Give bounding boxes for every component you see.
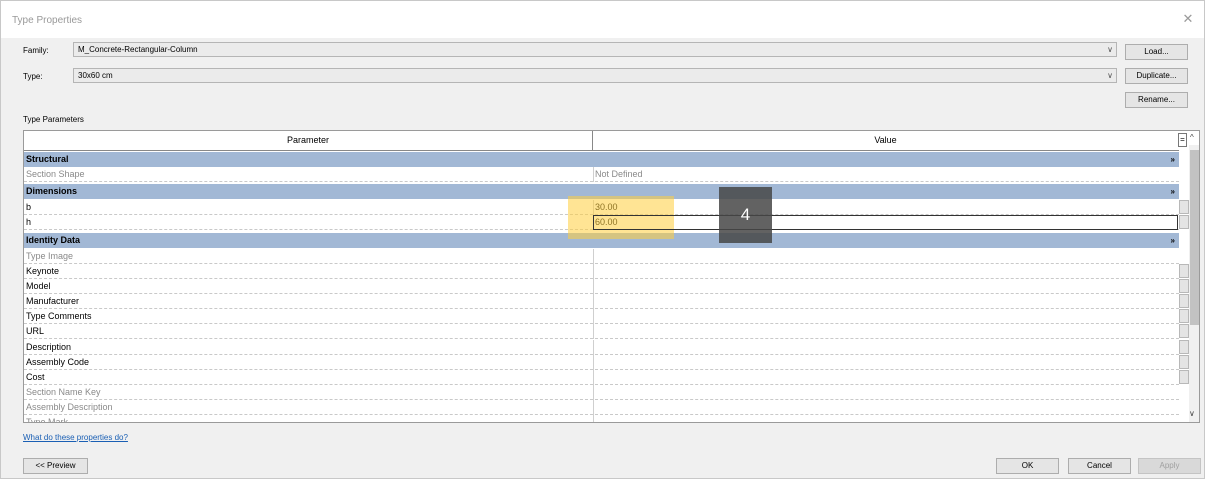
param-name: Type Comments: [26, 311, 92, 321]
title-bar: Type Properties ✕: [1, 1, 1204, 38]
chevron-down-icon: ∨: [1107, 71, 1113, 80]
family-label: Family:: [23, 46, 49, 55]
param-name: URL: [26, 326, 45, 336]
param-name: h: [26, 217, 32, 227]
param-name: Cost: [26, 372, 45, 382]
table-row[interactable]: Cost: [24, 370, 1179, 385]
value-edit-field[interactable]: [593, 215, 1178, 230]
associate-parameter-button[interactable]: [1179, 294, 1189, 308]
value-column-header[interactable]: Value: [593, 131, 1178, 150]
table-row[interactable]: Type Comments: [24, 309, 1179, 324]
vertical-scrollbar[interactable]: [1189, 145, 1199, 422]
associate-parameter-button[interactable]: [1179, 264, 1189, 278]
associate-parameter-button[interactable]: [1179, 324, 1189, 338]
step-badge: 4: [719, 187, 772, 243]
table-row[interactable]: URL: [24, 324, 1179, 339]
type-value: 30x60 cm: [78, 71, 113, 80]
family-value: M_Concrete-Rectangular-Column: [78, 45, 198, 54]
table-row[interactable]: Type Image: [24, 249, 1179, 264]
table-row[interactable]: Type Mark: [24, 415, 1179, 423]
table-row[interactable]: Assembly Description: [24, 400, 1179, 415]
collapse-icon[interactable]: »: [1171, 184, 1175, 199]
param-name: Section Shape: [26, 169, 85, 179]
param-name: Type Mark: [26, 417, 69, 423]
type-label: Type:: [23, 72, 43, 81]
associate-parameter-button[interactable]: [1179, 355, 1189, 369]
close-icon[interactable]: ✕: [1180, 11, 1196, 27]
rename-button[interactable]: Rename...: [1125, 92, 1188, 108]
help-link[interactable]: What do these properties do?: [23, 433, 128, 442]
group-structural[interactable]: Structural »: [24, 152, 1179, 167]
table-row[interactable]: Model: [24, 279, 1179, 294]
type-dropdown[interactable]: 30x60 cm ∨: [73, 68, 1117, 83]
table-row[interactable]: Description: [24, 340, 1179, 355]
param-name: Section Name Key: [26, 387, 101, 397]
param-value: Not Defined: [595, 169, 643, 179]
param-name: Description: [26, 342, 72, 352]
cancel-button[interactable]: Cancel: [1068, 458, 1131, 474]
param-name: Type Image: [26, 251, 74, 261]
table-row[interactable]: Section Shape Not Defined: [24, 167, 1179, 182]
parameter-column-header[interactable]: Parameter: [24, 131, 593, 150]
scroll-up-icon[interactable]: ^: [1190, 133, 1194, 142]
table-row[interactable]: Section Name Key: [24, 385, 1179, 400]
group-label: Identity Data: [26, 235, 81, 245]
table-row[interactable]: Assembly Code: [24, 355, 1179, 370]
duplicate-button[interactable]: Duplicate...: [1125, 68, 1188, 84]
scrollbar-thumb[interactable]: [1190, 150, 1199, 325]
scroll-down-icon[interactable]: ∨: [1189, 409, 1195, 418]
param-name: Assembly Description: [26, 402, 113, 412]
associate-parameter-button[interactable]: [1179, 215, 1189, 229]
param-name: Manufacturer: [26, 296, 80, 306]
param-name: Model: [26, 281, 51, 291]
associate-parameter-button[interactable]: [1179, 279, 1189, 293]
type-properties-dialog: Type Properties ✕ Family: M_Concrete-Rec…: [0, 0, 1205, 479]
collapse-icon[interactable]: »: [1171, 152, 1175, 167]
preview-button[interactable]: << Preview: [23, 458, 88, 474]
load-button[interactable]: Load...: [1125, 44, 1188, 60]
param-name: Assembly Code: [26, 357, 90, 367]
ok-button[interactable]: OK: [996, 458, 1059, 474]
associate-parameter-button[interactable]: [1179, 370, 1189, 384]
window-title: Type Properties: [12, 15, 83, 26]
type-parameters-table: Parameter Value = ^ Structural » Section…: [23, 130, 1200, 423]
associate-parameter-button[interactable]: [1179, 309, 1189, 323]
param-name: b: [26, 202, 32, 212]
table-row[interactable]: Manufacturer: [24, 294, 1179, 309]
family-dropdown[interactable]: M_Concrete-Rectangular-Column ∨: [73, 42, 1117, 57]
table-row[interactable]: Keynote: [24, 264, 1179, 279]
group-label: Structural: [26, 154, 69, 164]
type-parameters-label: Type Parameters: [23, 115, 84, 124]
sort-toggle-button[interactable]: =: [1178, 133, 1187, 147]
group-label: Dimensions: [26, 186, 78, 196]
table-header: Parameter Value: [24, 131, 1179, 151]
associate-parameter-button[interactable]: [1179, 200, 1189, 214]
param-value[interactable]: 30.00: [595, 200, 1177, 215]
collapse-icon[interactable]: »: [1171, 233, 1175, 248]
chevron-down-icon: ∨: [1107, 45, 1113, 54]
associate-parameter-button[interactable]: [1179, 340, 1189, 354]
apply-button[interactable]: Apply: [1138, 458, 1201, 474]
param-name: Keynote: [26, 266, 60, 276]
